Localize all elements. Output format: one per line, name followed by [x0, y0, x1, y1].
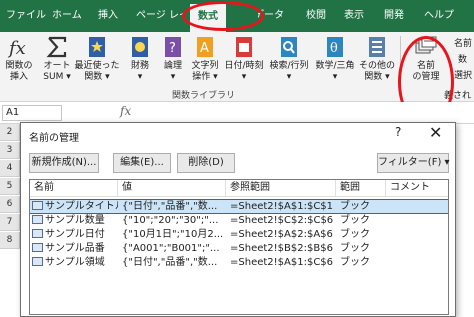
named-range-icon	[32, 201, 43, 210]
tab-insert[interactable]: 挿入	[98, 0, 118, 32]
column-header-value[interactable]: 値	[118, 180, 226, 196]
recently-used-button[interactable]: 最近使った 関数 ▾	[74, 32, 120, 83]
row-header[interactable]: 5	[0, 178, 20, 195]
define-name-label[interactable]: 名前	[454, 36, 472, 49]
tab-view[interactable]: 表示	[344, 0, 364, 32]
name-manager-button[interactable]: 名前 の管理	[406, 32, 446, 83]
ribbon: fx 関数の 挿入 オート SUM ▾ 最近使った 関数 ▾ 財務 ▾ ? 論理…	[0, 32, 474, 102]
row-header[interactable]: 4	[0, 160, 20, 177]
name-manager-dialog: 名前の管理 ? ✕ 新規作成(N)... 編集(E)... 削除(D) フィルタ…	[20, 122, 456, 317]
row-header[interactable]: 6	[0, 196, 20, 213]
lookup-book-icon	[281, 37, 297, 57]
row-header[interactable]: 3	[0, 142, 20, 159]
svg-text:fx: fx	[7, 38, 26, 59]
tab-review[interactable]: 校閲	[306, 0, 326, 32]
more-functions-icon	[369, 37, 385, 57]
use-in-formula-label[interactable]: 数	[458, 52, 467, 65]
logic-book-icon: ?	[165, 37, 181, 57]
named-range-icon	[32, 243, 43, 252]
formula-bar: A1 fx	[0, 102, 474, 124]
ribbon-tab-strip: ファイル ホーム 挿入 ページ レイアウト 数式 データ 校閲 表示 開発 ヘル…	[0, 0, 474, 32]
row-header[interactable]: 2	[0, 124, 20, 141]
insert-function-fx[interactable]: fx	[120, 104, 131, 118]
list-item[interactable]: サンプル品番 {"A001";"B001";"... =Sheet2!$B$2:…	[30, 242, 448, 255]
svg-text:?: ?	[169, 41, 176, 56]
tab-help[interactable]: ヘルプ	[424, 0, 454, 32]
tab-page-layout[interactable]: ページ レイアウト	[136, 0, 186, 32]
defined-names-group-label: 義され	[444, 91, 472, 101]
text-book-icon: A	[197, 37, 213, 57]
financial-button[interactable]: 財務 ▾	[122, 32, 158, 83]
delete-name-button[interactable]: 削除(D)	[177, 153, 235, 173]
star-book-icon	[89, 37, 105, 57]
list-item[interactable]: サンプルタイトル {"日付","品番","数... =Sheet2!$A$1:$…	[30, 199, 448, 214]
tab-file[interactable]: ファイル	[6, 0, 46, 32]
column-header-scope[interactable]: 範囲	[336, 180, 386, 196]
logical-button[interactable]: ? 論理 ▾	[158, 32, 188, 83]
list-header: 名前 値 参照範囲 範囲 コメント	[30, 180, 448, 197]
fx-icon: fx	[7, 38, 26, 59]
names-list[interactable]: 名前 値 参照範囲 範囲 コメント サンプルタイトル {"日付","品番","数…	[29, 179, 449, 315]
edit-name-button[interactable]: 編集(E)...	[113, 153, 171, 173]
tab-formulas[interactable]: 数式	[190, 4, 226, 32]
ribbon-separator	[400, 36, 401, 94]
column-header-comment[interactable]: コメント	[386, 180, 448, 196]
tab-home[interactable]: ホーム	[52, 0, 82, 32]
column-header-refers-to[interactable]: 参照範囲	[226, 180, 336, 196]
calendar-book-icon	[236, 37, 252, 57]
svg-text:A: A	[200, 41, 209, 56]
list-item[interactable]: サンプル領域 {"日付","品番","数... =Sheet2!$A$1:$C$…	[30, 256, 448, 269]
math-trig-button[interactable]: θ 数学/三角 ▾	[312, 32, 358, 83]
function-library-group-label: 関数ライブラリ	[172, 91, 236, 101]
sigma-icon	[46, 36, 67, 58]
help-icon[interactable]: ?	[395, 125, 401, 139]
named-range-icon	[32, 257, 43, 266]
named-range-icon	[32, 229, 43, 238]
list-item[interactable]: サンプル日付 {"10月1日";"10月2... =Sheet2!$A$2:$A…	[30, 228, 448, 241]
name-box[interactable]: A1	[2, 105, 62, 121]
tab-data[interactable]: データ	[258, 0, 284, 32]
date-time-button[interactable]: 日付/時刻 ▾	[222, 32, 266, 83]
row-header[interactable]: 8	[0, 232, 20, 249]
text-button[interactable]: A 文字列 操作 ▾	[188, 32, 222, 83]
new-name-button[interactable]: 新規作成(N)...	[29, 153, 99, 173]
column-header-name[interactable]: 名前	[30, 180, 118, 196]
autosum-button[interactable]: オート SUM ▾	[40, 32, 74, 83]
filter-button[interactable]: フィルター(F) ▾	[377, 153, 450, 173]
named-range-icon	[32, 215, 43, 224]
close-icon[interactable]: ✕	[429, 123, 442, 142]
dialog-title: 名前の管理	[29, 133, 79, 144]
svg-text:θ: θ	[330, 41, 338, 56]
row-header[interactable]: 7	[0, 214, 20, 231]
list-item[interactable]: サンプル数量 {"10";"20";"30";"... =Sheet2!$C$2…	[30, 214, 448, 227]
more-functions-button[interactable]: その他の 関数 ▾	[358, 32, 396, 83]
finance-book-icon	[132, 37, 148, 57]
name-manager-icon	[415, 36, 437, 54]
create-from-selection-label[interactable]: 選択	[454, 68, 472, 81]
math-book-icon: θ	[327, 37, 343, 57]
lookup-reference-button[interactable]: 検索/行列 ▾	[266, 32, 312, 83]
insert-function-button[interactable]: fx 関数の 挿入	[2, 32, 36, 83]
tab-developer[interactable]: 開発	[384, 0, 404, 32]
